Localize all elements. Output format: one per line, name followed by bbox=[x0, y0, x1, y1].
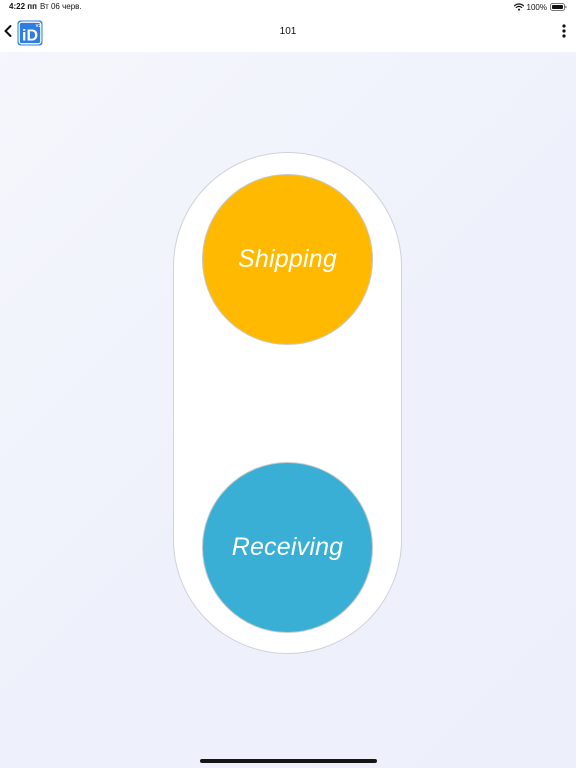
status-date: Вт 06 черв. bbox=[40, 2, 82, 11]
more-options-button[interactable] bbox=[556, 14, 572, 52]
receiving-label: Receiving bbox=[231, 533, 344, 561]
more-vertical-icon bbox=[562, 23, 566, 43]
shipping-button[interactable]: Shipping bbox=[202, 174, 373, 345]
shipping-label: Shipping bbox=[238, 245, 337, 273]
battery-percent: 100% bbox=[526, 2, 547, 12]
status-indicators: 100% bbox=[513, 2, 567, 12]
chevron-left-icon bbox=[4, 24, 12, 42]
back-button[interactable] bbox=[0, 14, 16, 52]
receiving-button[interactable]: Receiving bbox=[202, 462, 373, 633]
app-logo[interactable]: iD V2 bbox=[17, 20, 43, 46]
home-indicator[interactable] bbox=[200, 759, 377, 763]
page-title: 101 bbox=[279, 26, 297, 37]
nav-bar: iD V2 101 bbox=[0, 14, 576, 52]
status-time: 4:22 пп bbox=[9, 2, 37, 11]
logo-badge: V2 bbox=[35, 23, 41, 28]
mode-selector-panel: Shipping Receiving bbox=[173, 152, 402, 654]
logo-text: iD bbox=[22, 28, 38, 45]
status-bar: 4:22 пп Вт 06 черв. 100% bbox=[0, 0, 576, 14]
